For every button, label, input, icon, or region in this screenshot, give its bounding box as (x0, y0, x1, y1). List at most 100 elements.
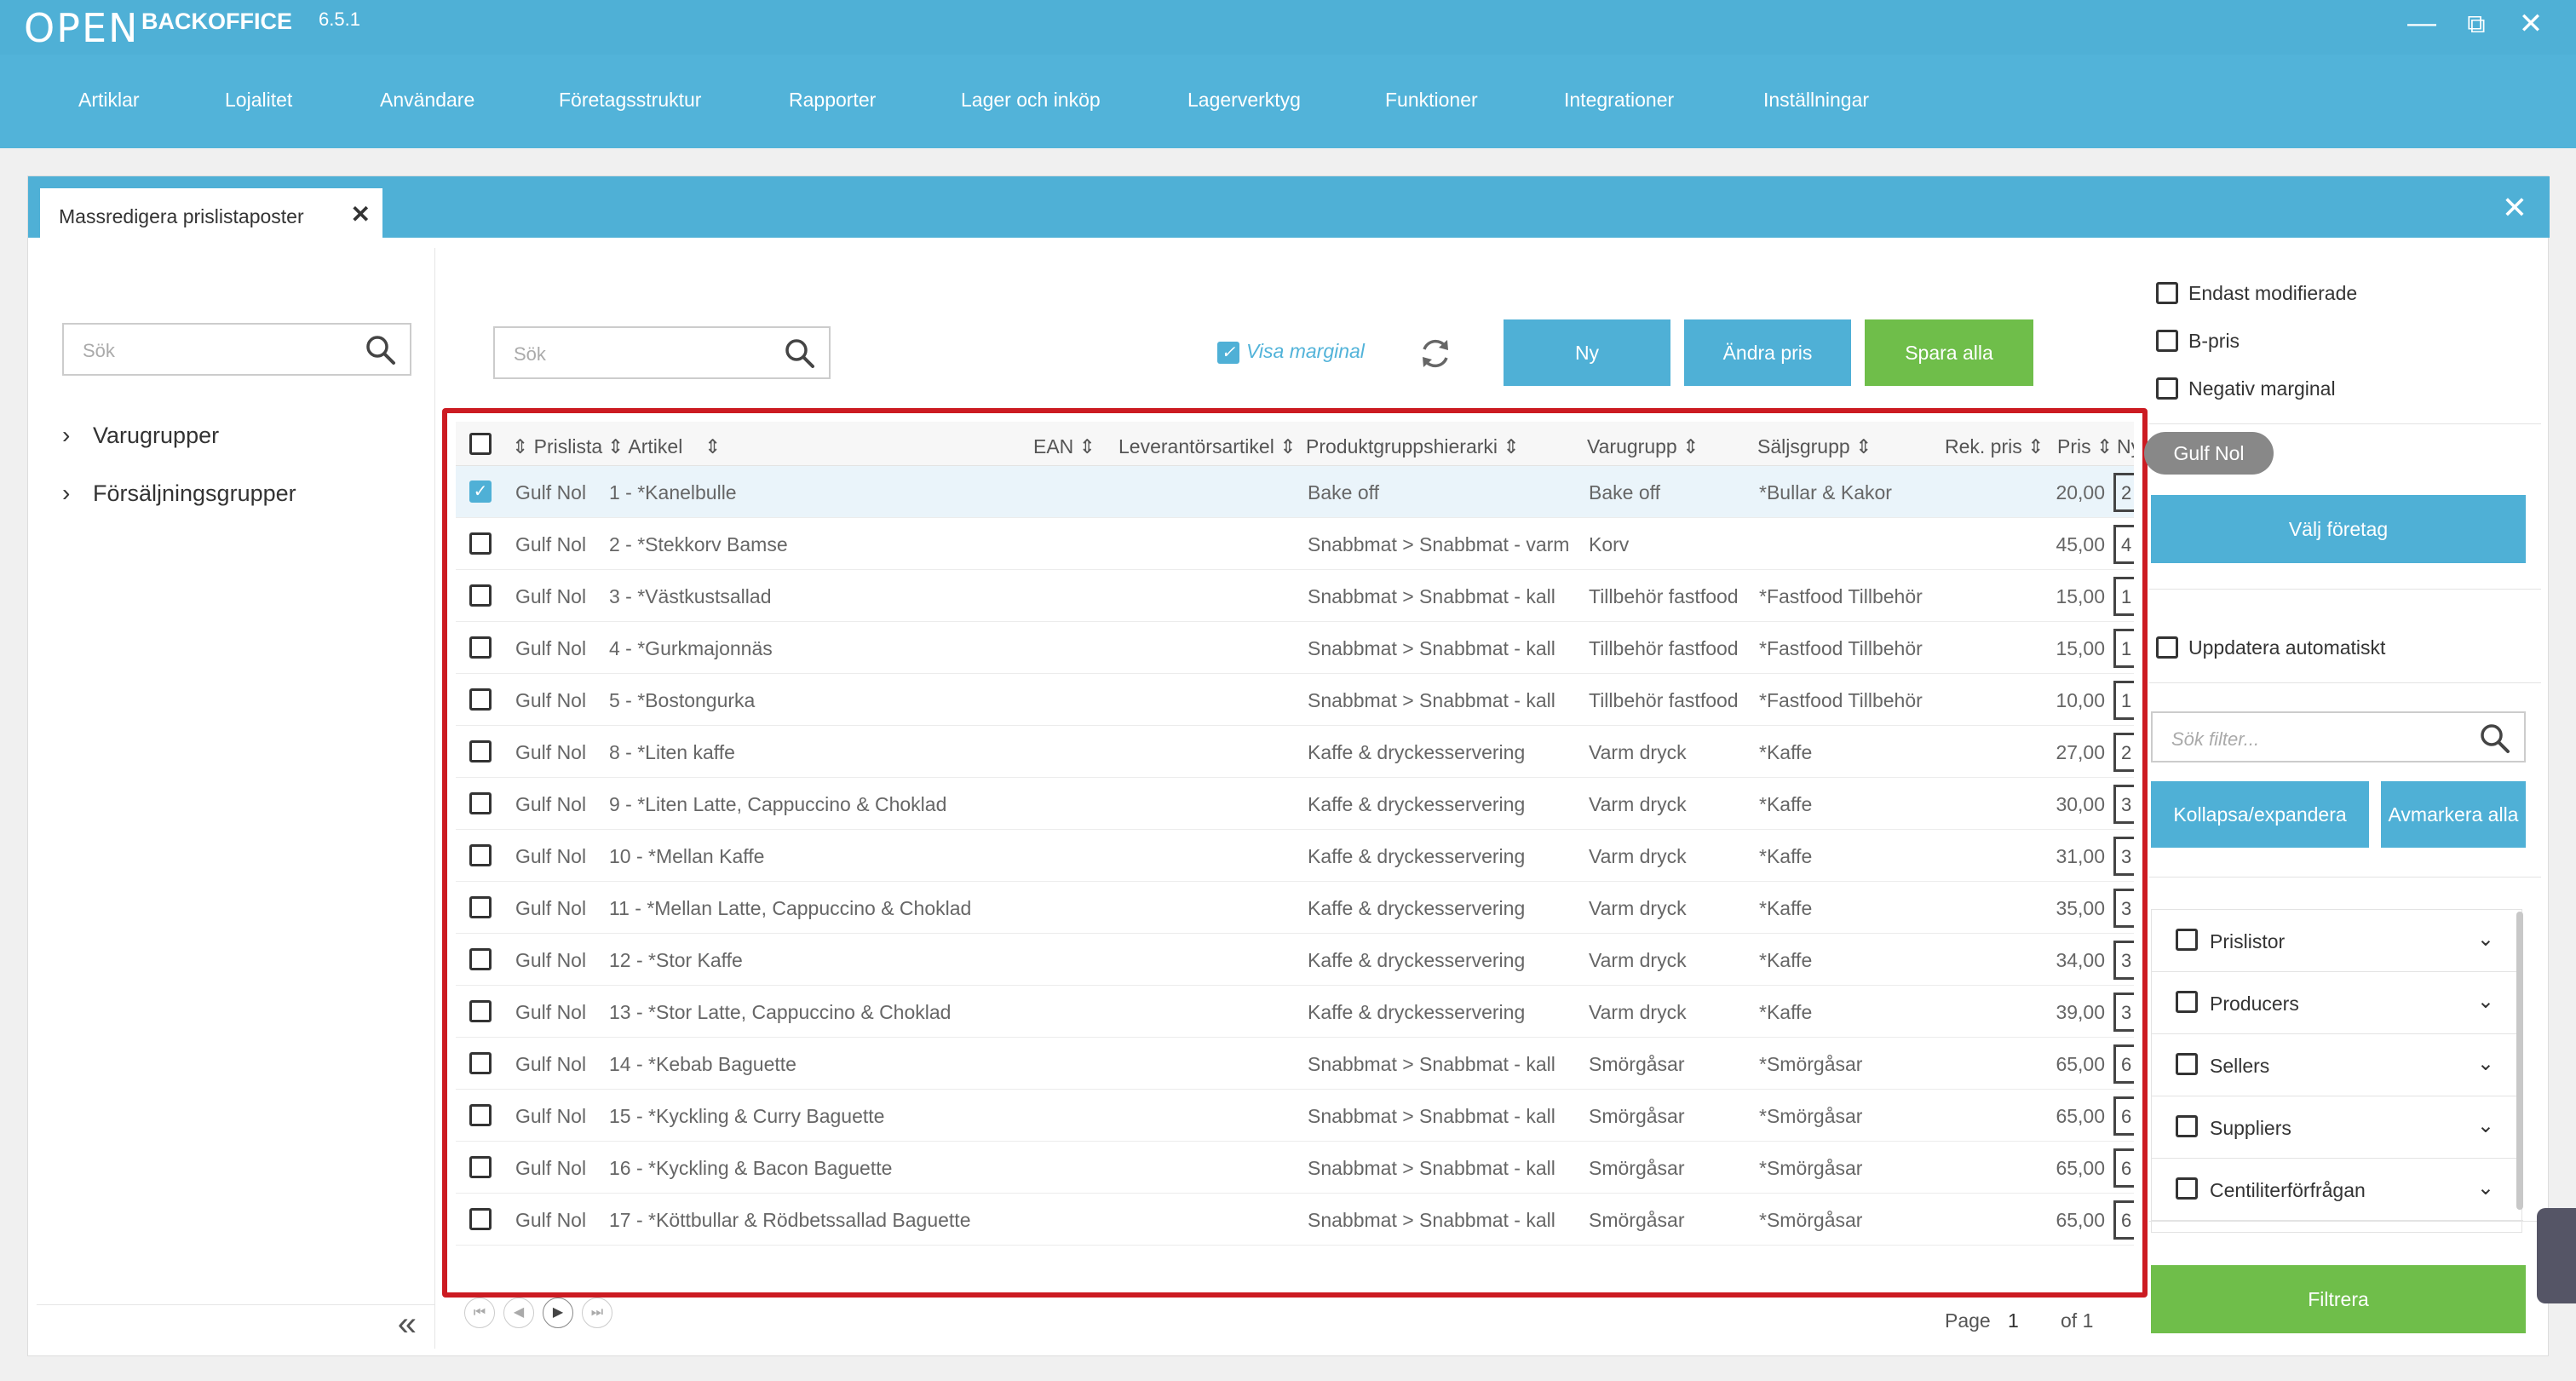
ny-button[interactable]: Ny (1504, 319, 1670, 386)
negativ-marginal-checkbox[interactable]: Negativ marginal (2156, 377, 2336, 401)
nav-rapporter[interactable]: Rapporter (789, 89, 876, 112)
grid-search-input[interactable]: Sök (493, 326, 831, 379)
sort-icon[interactable]: ⇕ (704, 435, 721, 458)
nav-installningar[interactable]: Inställningar (1763, 89, 1869, 112)
col-saljsgrupp[interactable]: Säljsgrupp ⇕ (1757, 435, 1872, 458)
new-price-input[interactable]: 3 (2113, 837, 2134, 876)
row-checkbox[interactable]: ✓ (469, 480, 492, 503)
col-ny[interactable]: Ny (2117, 435, 2134, 458)
row-checkbox[interactable] (469, 948, 492, 970)
b-pris-checkbox[interactable]: B-pris (2156, 329, 2240, 354)
window-close-icon[interactable]: ✕ (2502, 190, 2527, 226)
filter-centiliterforfragan[interactable]: Centiliterförfrågan ⌄ (2152, 1159, 2523, 1221)
col-varugrupp[interactable]: Varugrupp ⇕ (1587, 435, 1699, 458)
filter-sellers[interactable]: Sellers ⌄ (2152, 1034, 2523, 1096)
table-row[interactable]: Gulf Nol 9 - *Liten Latte, Cappuccino & C… (456, 778, 2134, 830)
checkbox[interactable] (2176, 991, 2198, 1013)
avmarkera-alla-button[interactable]: Avmarkera alla (2381, 781, 2526, 848)
restore-icon[interactable]: ⧉ (2455, 10, 2498, 39)
table-row[interactable]: ✓ Gulf Nol 1 - *Kanelbulle Bake off Bake off… (456, 466, 2134, 518)
row-checkbox[interactable] (469, 1000, 492, 1022)
filtrera-button[interactable]: Filtrera (2151, 1265, 2526, 1333)
filter-search-input[interactable]: Sök filter... (2151, 711, 2526, 762)
filter-suppliers[interactable]: Suppliers ⌄ (2152, 1096, 2523, 1159)
col-prislista[interactable]: ⇕ Prislista (512, 435, 602, 458)
visa-marginal-checkbox[interactable]: ✓ Visa marginal (1217, 340, 1365, 364)
next-page-icon[interactable]: ▶ (543, 1298, 573, 1328)
valj-foretag-button[interactable]: Välj företag (2151, 495, 2526, 563)
andra-pris-button[interactable]: Ändra pris (1684, 319, 1851, 386)
col-artikel[interactable]: ⇕ Artikel (607, 435, 682, 458)
checkbox[interactable] (2156, 636, 2178, 659)
spara-alla-button[interactable]: Spara alla (1865, 319, 2033, 386)
row-checkbox[interactable] (469, 532, 492, 555)
new-price-input[interactable]: 1 (2113, 681, 2134, 720)
first-page-icon[interactable]: ⏮ (464, 1298, 495, 1328)
tab-massredigera[interactable]: Massredigera prislistaposter ✕ (40, 188, 382, 238)
new-price-input[interactable]: 6 (2113, 1148, 2134, 1188)
page-number[interactable]: 1 (2008, 1309, 2019, 1332)
row-checkbox[interactable] (469, 636, 492, 659)
chevron-down-icon[interactable]: ⌄ (2477, 1176, 2494, 1200)
new-price-input[interactable]: 4 (2113, 525, 2134, 564)
table-row[interactable]: Gulf Nol 4 - *Gurkmajonnäs Snabbmat > Snab… (456, 622, 2134, 674)
new-price-input[interactable]: 2 (2113, 473, 2134, 512)
nav-foretagsstruktur[interactable]: Företagsstruktur (559, 89, 701, 112)
table-row[interactable]: Gulf Nol 13 - *Stor Latte, Cappuccino & C… (456, 986, 2134, 1038)
minimize-icon[interactable]: — (2401, 7, 2443, 40)
table-row[interactable]: Gulf Nol 16 - *Kyckling & Bacon Baguette S… (456, 1142, 2134, 1194)
prev-page-icon[interactable]: ◀ (503, 1298, 534, 1328)
tree-varugrupper[interactable]: › Varugrupper (62, 422, 219, 449)
col-rek-pris[interactable]: Rek. pris ⇕ (1945, 435, 2044, 458)
refresh-icon[interactable] (1417, 335, 1454, 372)
chevron-down-icon[interactable]: ⌄ (2477, 989, 2494, 1014)
nav-integrationer[interactable]: Integrationer (1564, 89, 1674, 112)
search-icon[interactable] (783, 337, 817, 371)
table-row[interactable]: Gulf Nol 3 - *Västkustsallad Snabbmat > Sn… (456, 570, 2134, 622)
row-checkbox[interactable] (469, 1052, 492, 1074)
close-icon[interactable]: ✕ (2510, 7, 2552, 41)
table-row[interactable]: Gulf Nol 5 - *Bostongurka Snabbmat > Snabb… (456, 674, 2134, 726)
new-price-input[interactable]: 2 (2113, 733, 2134, 772)
row-checkbox[interactable] (469, 688, 492, 711)
select-all-checkbox[interactable] (469, 433, 492, 455)
checkbox[interactable] (2176, 1053, 2198, 1075)
left-search-input[interactable]: Sök (62, 323, 411, 376)
checkbox[interactable] (2176, 1177, 2198, 1200)
endast-modifierade-checkbox[interactable]: Endast modifierade (2156, 281, 2357, 306)
new-price-input[interactable]: 3 (2113, 993, 2134, 1032)
new-price-input[interactable]: 3 (2113, 889, 2134, 928)
col-leverantorsartikel[interactable]: Leverantörsartikel ⇕ (1118, 435, 1296, 458)
checkbox[interactable] (2156, 377, 2178, 400)
nav-lager-och-inkop[interactable]: Lager och inköp (961, 89, 1101, 112)
checkbox[interactable] (2156, 281, 2178, 304)
double-chevron-left-icon[interactable]: « (398, 1305, 417, 1344)
row-checkbox[interactable] (469, 1208, 492, 1230)
row-checkbox[interactable] (469, 584, 492, 607)
new-price-input[interactable]: 6 (2113, 1044, 2134, 1084)
search-icon[interactable] (2478, 722, 2512, 756)
table-row[interactable]: Gulf Nol 8 - *Liten kaffe Kaffe & dryckess… (456, 726, 2134, 778)
search-icon[interactable] (364, 333, 398, 367)
row-checkbox[interactable] (469, 844, 492, 866)
col-produktgruppshierarki[interactable]: Produktgruppshierarki ⇕ (1306, 435, 1520, 458)
nav-artiklar[interactable]: Artiklar (78, 89, 140, 112)
nav-lagerverktyg[interactable]: Lagerverktyg (1187, 89, 1301, 112)
nav-anvandare[interactable]: Användare (380, 89, 474, 112)
checkbox[interactable] (2176, 1115, 2198, 1137)
new-price-input[interactable]: 6 (2113, 1096, 2134, 1136)
kollapsa-expandera-button[interactable]: Kollapsa/expandera (2151, 781, 2369, 848)
chevron-down-icon[interactable]: ⌄ (2477, 1051, 2494, 1076)
row-checkbox[interactable] (469, 1156, 492, 1178)
nav-funktioner[interactable]: Funktioner (1385, 89, 1478, 112)
new-price-input[interactable]: 3 (2113, 785, 2134, 824)
company-chip[interactable]: Gulf Nol (2144, 432, 2274, 475)
table-row[interactable]: Gulf Nol 14 - *Kebab Baguette Snabbmat > S… (456, 1038, 2134, 1090)
new-price-input[interactable]: 1 (2113, 577, 2134, 616)
table-row[interactable]: Gulf Nol 12 - *Stor Kaffe Kaffe & dryckess… (456, 934, 2134, 986)
filter-producers[interactable]: Producers ⌄ (2152, 972, 2523, 1034)
chevron-down-icon[interactable]: ⌄ (2477, 1113, 2494, 1138)
last-page-icon[interactable]: ⏭ (582, 1298, 612, 1328)
filter-prislistor[interactable]: Prislistor ⌄ (2152, 910, 2523, 972)
row-checkbox[interactable] (469, 896, 492, 918)
